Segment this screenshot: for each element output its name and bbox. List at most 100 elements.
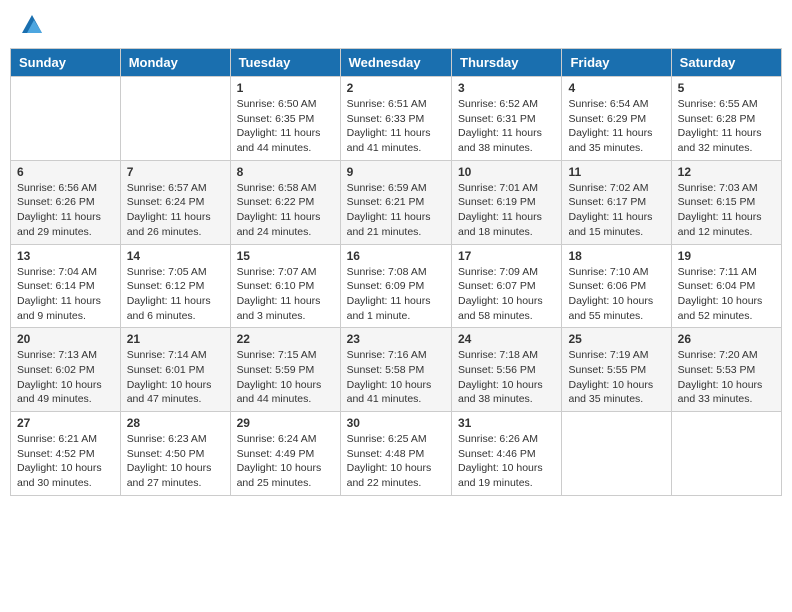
day-of-week-header: Thursday xyxy=(452,49,562,77)
calendar-week-row: 27 Sunrise: 6:21 AM Sunset: 4:52 PM Dayli… xyxy=(11,412,782,496)
day-number: 1 xyxy=(237,81,334,95)
calendar-cell: 12 Sunrise: 7:03 AM Sunset: 6:15 PM Dayli… xyxy=(671,160,781,244)
calendar-cell: 3Sunrise: 6:52 AM Sunset: 6:31 PM Daylig… xyxy=(452,77,562,161)
day-number: 5 xyxy=(678,81,775,95)
day-number: 8 xyxy=(237,165,334,179)
day-number: 10 xyxy=(458,165,555,179)
day-number: 19 xyxy=(678,249,775,263)
day-number: 28 xyxy=(127,416,224,430)
calendar-week-row: 20Sunrise: 7:13 AM Sunset: 6:02 PM Dayli… xyxy=(11,328,782,412)
calendar-cell: 27 Sunrise: 6:21 AM Sunset: 4:52 PM Dayli… xyxy=(11,412,121,496)
day-number: 18 xyxy=(568,249,664,263)
day-number: 23 xyxy=(347,332,445,346)
day-info: Sunrise: 7:13 AM Sunset: 6:02 PM Dayligh… xyxy=(17,348,114,407)
day-info: Sunrise: 6:54 AM Sunset: 6:29 PM Dayligh… xyxy=(568,97,664,156)
calendar-cell: 6Sunrise: 6:56 AM Sunset: 6:26 PM Daylig… xyxy=(11,160,121,244)
calendar-cell: 23 Sunrise: 7:16 AM Sunset: 5:58 PM Dayli… xyxy=(340,328,451,412)
day-of-week-header: Monday xyxy=(120,49,230,77)
calendar-cell: 26 Sunrise: 7:20 AM Sunset: 5:53 PM Dayli… xyxy=(671,328,781,412)
day-number: 25 xyxy=(568,332,664,346)
day-number: 17 xyxy=(458,249,555,263)
calendar-cell: 17 Sunrise: 7:09 AM Sunset: 6:07 PM Dayli… xyxy=(452,244,562,328)
calendar-cell: 20Sunrise: 7:13 AM Sunset: 6:02 PM Dayli… xyxy=(11,328,121,412)
day-number: 30 xyxy=(347,416,445,430)
calendar-cell: 10 Sunrise: 7:01 AM Sunset: 6:19 PM Dayli… xyxy=(452,160,562,244)
calendar-table: SundayMondayTuesdayWednesdayThursdayFrid… xyxy=(10,48,782,496)
calendar-header-row: SundayMondayTuesdayWednesdayThursdayFrid… xyxy=(11,49,782,77)
day-info: Sunrise: 6:51 AM Sunset: 6:33 PM Dayligh… xyxy=(347,97,445,156)
day-info: Sunrise: 7:01 AM Sunset: 6:19 PM Dayligh… xyxy=(458,181,555,240)
day-info: Sunrise: 6:21 AM Sunset: 4:52 PM Dayligh… xyxy=(17,432,114,491)
calendar-cell: 7 Sunrise: 6:57 AM Sunset: 6:24 PM Daylig… xyxy=(120,160,230,244)
day-info: Sunrise: 6:24 AM Sunset: 4:49 PM Dayligh… xyxy=(237,432,334,491)
day-info: Sunrise: 6:59 AM Sunset: 6:21 PM Dayligh… xyxy=(347,181,445,240)
day-of-week-header: Friday xyxy=(562,49,671,77)
calendar-cell: 30Sunrise: 6:25 AM Sunset: 4:48 PM Dayli… xyxy=(340,412,451,496)
calendar-cell xyxy=(562,412,671,496)
day-info: Sunrise: 7:14 AM Sunset: 6:01 PM Dayligh… xyxy=(127,348,224,407)
calendar-cell: 22 Sunrise: 7:15 AM Sunset: 5:59 PM Dayli… xyxy=(230,328,340,412)
day-number: 7 xyxy=(127,165,224,179)
logo-icon xyxy=(22,15,42,33)
day-info: Sunrise: 6:58 AM Sunset: 6:22 PM Dayligh… xyxy=(237,181,334,240)
day-info: Sunrise: 7:08 AM Sunset: 6:09 PM Dayligh… xyxy=(347,265,445,324)
calendar-cell: 1Sunrise: 6:50 AM Sunset: 6:35 PM Daylig… xyxy=(230,77,340,161)
calendar-cell: 15 Sunrise: 7:07 AM Sunset: 6:10 PM Dayli… xyxy=(230,244,340,328)
day-number: 29 xyxy=(237,416,334,430)
day-info: Sunrise: 7:18 AM Sunset: 5:56 PM Dayligh… xyxy=(458,348,555,407)
calendar-cell xyxy=(11,77,121,161)
day-info: Sunrise: 7:07 AM Sunset: 6:10 PM Dayligh… xyxy=(237,265,334,324)
day-info: Sunrise: 7:10 AM Sunset: 6:06 PM Dayligh… xyxy=(568,265,664,324)
day-info: Sunrise: 6:52 AM Sunset: 6:31 PM Dayligh… xyxy=(458,97,555,156)
day-number: 13 xyxy=(17,249,114,263)
day-info: Sunrise: 7:20 AM Sunset: 5:53 PM Dayligh… xyxy=(678,348,775,407)
calendar-cell: 11Sunrise: 7:02 AM Sunset: 6:17 PM Dayli… xyxy=(562,160,671,244)
calendar-cell: 16 Sunrise: 7:08 AM Sunset: 6:09 PM Dayli… xyxy=(340,244,451,328)
day-number: 21 xyxy=(127,332,224,346)
day-number: 6 xyxy=(17,165,114,179)
day-info: Sunrise: 6:55 AM Sunset: 6:28 PM Dayligh… xyxy=(678,97,775,156)
day-of-week-header: Sunday xyxy=(11,49,121,77)
day-info: Sunrise: 7:04 AM Sunset: 6:14 PM Dayligh… xyxy=(17,265,114,324)
day-info: Sunrise: 7:15 AM Sunset: 5:59 PM Dayligh… xyxy=(237,348,334,407)
calendar-cell: 19 Sunrise: 7:11 AM Sunset: 6:04 PM Dayli… xyxy=(671,244,781,328)
calendar-week-row: 6Sunrise: 6:56 AM Sunset: 6:26 PM Daylig… xyxy=(11,160,782,244)
calendar-week-row: 1Sunrise: 6:50 AM Sunset: 6:35 PM Daylig… xyxy=(11,77,782,161)
calendar-cell: 18 Sunrise: 7:10 AM Sunset: 6:06 PM Dayli… xyxy=(562,244,671,328)
day-info: Sunrise: 7:03 AM Sunset: 6:15 PM Dayligh… xyxy=(678,181,775,240)
day-number: 22 xyxy=(237,332,334,346)
calendar-cell: 9 Sunrise: 6:59 AM Sunset: 6:21 PM Daylig… xyxy=(340,160,451,244)
calendar-cell: 25Sunrise: 7:19 AM Sunset: 5:55 PM Dayli… xyxy=(562,328,671,412)
day-number: 16 xyxy=(347,249,445,263)
calendar-cell: 13 Sunrise: 7:04 AM Sunset: 6:14 PM Dayli… xyxy=(11,244,121,328)
day-number: 12 xyxy=(678,165,775,179)
day-info: Sunrise: 7:05 AM Sunset: 6:12 PM Dayligh… xyxy=(127,265,224,324)
day-number: 2 xyxy=(347,81,445,95)
day-number: 9 xyxy=(347,165,445,179)
day-info: Sunrise: 7:09 AM Sunset: 6:07 PM Dayligh… xyxy=(458,265,555,324)
day-of-week-header: Tuesday xyxy=(230,49,340,77)
calendar-week-row: 13 Sunrise: 7:04 AM Sunset: 6:14 PM Dayli… xyxy=(11,244,782,328)
day-number: 31 xyxy=(458,416,555,430)
day-number: 24 xyxy=(458,332,555,346)
day-info: Sunrise: 6:57 AM Sunset: 6:24 PM Dayligh… xyxy=(127,181,224,240)
day-info: Sunrise: 6:26 AM Sunset: 4:46 PM Dayligh… xyxy=(458,432,555,491)
day-of-week-header: Saturday xyxy=(671,49,781,77)
calendar-cell: 28Sunrise: 6:23 AM Sunset: 4:50 PM Dayli… xyxy=(120,412,230,496)
calendar-cell xyxy=(671,412,781,496)
day-info: Sunrise: 7:16 AM Sunset: 5:58 PM Dayligh… xyxy=(347,348,445,407)
calendar-cell: 21 Sunrise: 7:14 AM Sunset: 6:01 PM Dayli… xyxy=(120,328,230,412)
day-number: 27 xyxy=(17,416,114,430)
calendar-cell: 8 Sunrise: 6:58 AM Sunset: 6:22 PM Daylig… xyxy=(230,160,340,244)
calendar-cell: 29 Sunrise: 6:24 AM Sunset: 4:49 PM Dayli… xyxy=(230,412,340,496)
calendar-cell xyxy=(120,77,230,161)
calendar-cell: 4Sunrise: 6:54 AM Sunset: 6:29 PM Daylig… xyxy=(562,77,671,161)
calendar-cell: 2 Sunrise: 6:51 AM Sunset: 6:33 PM Daylig… xyxy=(340,77,451,161)
day-info: Sunrise: 7:11 AM Sunset: 6:04 PM Dayligh… xyxy=(678,265,775,324)
calendar-cell: 24 Sunrise: 7:18 AM Sunset: 5:56 PM Dayli… xyxy=(452,328,562,412)
day-number: 15 xyxy=(237,249,334,263)
day-number: 26 xyxy=(678,332,775,346)
day-info: Sunrise: 7:02 AM Sunset: 6:17 PM Dayligh… xyxy=(568,181,664,240)
logo xyxy=(20,15,42,33)
calendar-cell: 14Sunrise: 7:05 AM Sunset: 6:12 PM Dayli… xyxy=(120,244,230,328)
